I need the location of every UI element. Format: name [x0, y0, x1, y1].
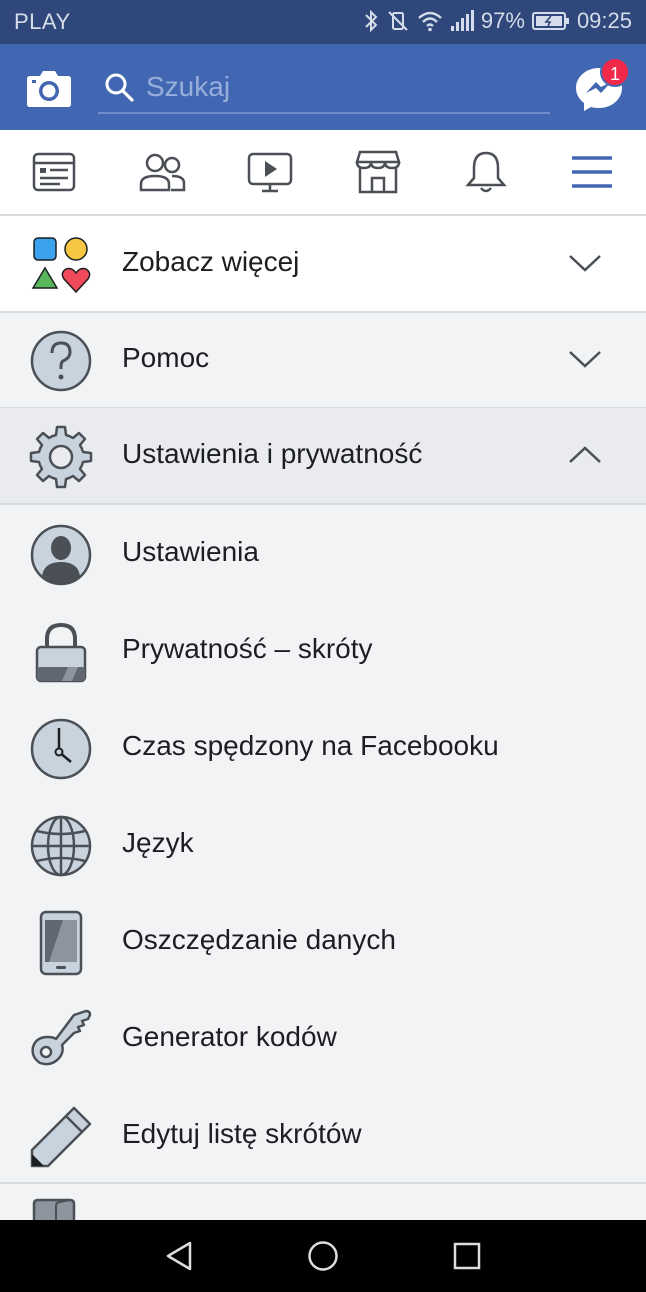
carrier-name: PLAY — [14, 9, 71, 34]
status-bar: PLAY 97% 09:25 — [0, 0, 646, 44]
bluetooth-icon — [365, 9, 378, 33]
search-input[interactable]: Szukaj — [98, 64, 550, 114]
signal-icon — [450, 10, 474, 31]
watch-icon[interactable] — [246, 148, 294, 196]
section-label: Ustawienia i prywatność — [122, 438, 423, 469]
menu-item-label: Czas spędzony na Facebooku — [122, 730, 499, 761]
gear-icon — [29, 425, 93, 489]
lock-icon — [35, 622, 87, 683]
vibrate-off-icon — [388, 11, 408, 31]
menu-icon[interactable] — [568, 148, 616, 196]
menu-item-edit-shortcuts[interactable]: Edytuj listę skrótów — [0, 1086, 646, 1183]
menu-item-privacy-shortcuts[interactable]: Prywatność – skróty — [0, 601, 646, 698]
menu-item-label: Prywatność – skróty — [122, 633, 373, 664]
section-settings-privacy[interactable]: Ustawienia i prywatność — [0, 408, 646, 505]
menu-item-label: Oszczędzanie danych — [122, 924, 396, 955]
section-see-more[interactable]: Zobacz więcej — [0, 216, 646, 313]
help-icon — [30, 330, 92, 392]
news-feed-icon[interactable] — [30, 148, 78, 196]
clock-icon — [30, 718, 92, 780]
menu-item-label: Język — [122, 827, 194, 858]
battery-icon — [531, 12, 569, 30]
marketplace-icon[interactable] — [354, 148, 402, 196]
menu-item-label: Ustawienia — [122, 536, 259, 567]
menu-item-data-saver[interactable]: Oszczędzanie danych — [0, 892, 646, 989]
section-label: Pomoc — [122, 342, 210, 373]
section-help[interactable]: Pomoc — [0, 312, 646, 409]
camera-icon[interactable] — [26, 68, 72, 108]
globe-icon — [30, 815, 92, 877]
search-icon — [105, 73, 134, 102]
messenger-badge: 1 — [600, 57, 630, 87]
chevron-down-icon — [569, 351, 601, 368]
profile-icon — [30, 524, 92, 586]
phone-icon — [39, 910, 83, 976]
section-label: Zobacz więcej — [122, 246, 300, 277]
search-placeholder: Szukaj — [146, 71, 231, 102]
chevron-up-icon — [569, 446, 601, 463]
battery-percent: 97% — [480, 8, 525, 33]
key-icon — [31, 1009, 92, 1066]
shapes-icon — [31, 237, 91, 294]
menu-item-label: Generator kodów — [122, 1021, 337, 1052]
app-header: Szukaj 1 — [0, 44, 646, 130]
wifi-icon — [418, 11, 442, 32]
menu-item-label: Edytuj listę skrótów — [122, 1118, 362, 1149]
back-icon[interactable] — [164, 1240, 194, 1272]
menu-item-code-generator[interactable]: Generator kodów — [0, 989, 646, 1086]
chevron-down-icon — [569, 255, 601, 272]
system-nav-bar — [0, 1220, 646, 1292]
pencil-icon — [30, 1106, 92, 1168]
recents-icon[interactable] — [452, 1240, 482, 1272]
home-icon[interactable] — [307, 1240, 339, 1272]
notifications-icon[interactable] — [462, 148, 510, 196]
log-out-icon — [32, 1198, 76, 1220]
top-nav — [0, 130, 646, 216]
menu-item-time-on-facebook[interactable]: Czas spędzony na Facebooku — [0, 698, 646, 795]
divider — [0, 1182, 646, 1184]
friends-icon[interactable] — [138, 148, 186, 196]
menu-item-language[interactable]: Język — [0, 795, 646, 892]
clock-time: 09:25 — [576, 8, 632, 33]
menu-item-settings[interactable]: Ustawienia — [0, 504, 646, 601]
